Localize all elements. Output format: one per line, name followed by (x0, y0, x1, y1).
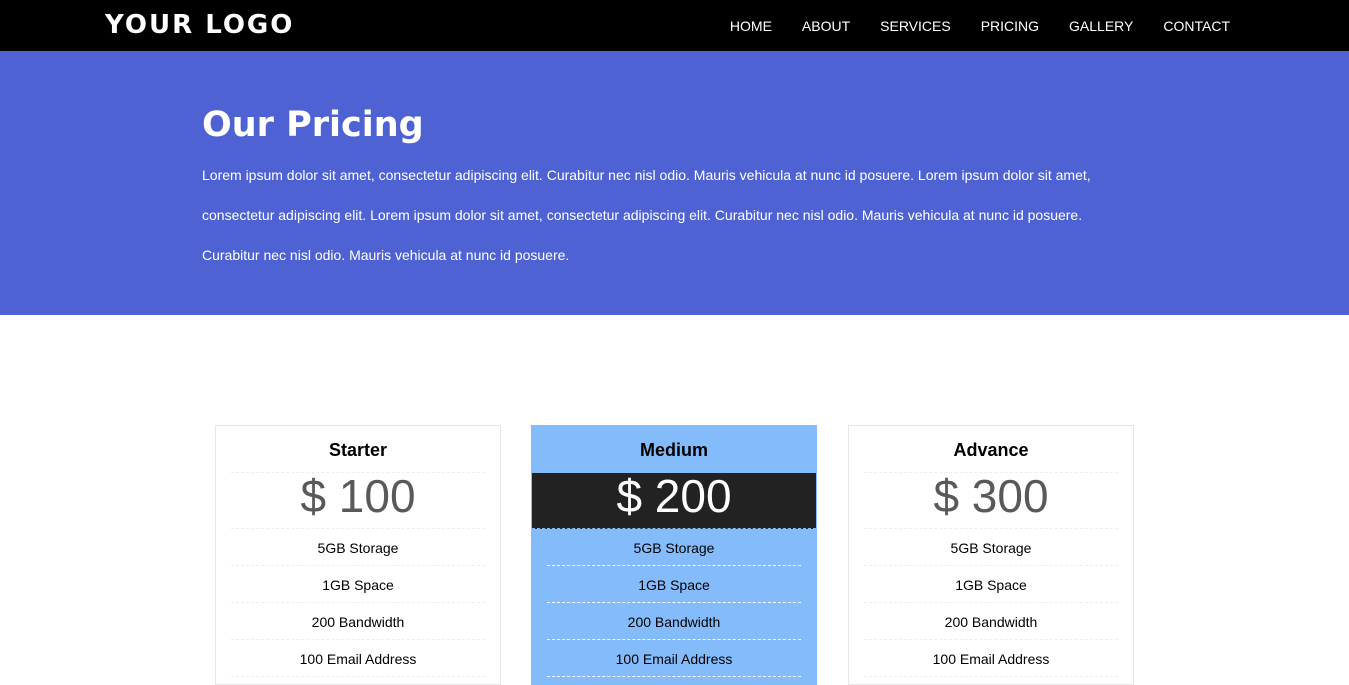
feature-list: 5GB Storage 1GB Space 200 Bandwidth 100 … (532, 529, 816, 677)
plan-name: Medium (639, 440, 708, 460)
hero-description: Lorem ipsum dolor sit amet, consectetur … (202, 167, 1091, 263)
plan-price: $ 200 (532, 473, 816, 529)
feature-item: 1GB Space (231, 566, 485, 603)
feature-item: 100 Email Address (231, 640, 485, 677)
feature-item: 5GB Storage (547, 529, 801, 566)
nav-pricing-link[interactable]: PRICING (981, 18, 1039, 34)
site-logo[interactable]: YOUR LOGO (105, 9, 294, 41)
pricing-card-medium: Medium $ 200 5GB Storage 1GB Space 200 B… (531, 425, 817, 685)
main-nav: HOME ABOUT SERVICES PRICING GALLERY CONT… (730, 0, 1230, 51)
pricing-card-advance: Advance $ 300 5GB Storage 1GB Space 200 … (848, 425, 1134, 685)
feature-item: 100 Email Address (547, 640, 801, 677)
feature-item: 100 Email Address (864, 640, 1118, 677)
nav-contact-link[interactable]: CONTACT (1163, 18, 1230, 34)
nav-home-link[interactable]: HOME (730, 18, 772, 34)
nav-about-link[interactable]: ABOUT (802, 18, 850, 34)
feature-item: 200 Bandwidth (864, 603, 1118, 640)
plan-price: $ 300 (864, 473, 1118, 529)
feature-item: 5GB Storage (231, 529, 485, 566)
plan-name: Starter (231, 426, 485, 473)
feature-list: 5GB Storage 1GB Space 200 Bandwidth 100 … (216, 529, 500, 677)
nav-gallery-link[interactable]: GALLERY (1069, 18, 1133, 34)
feature-item: 1GB Space (547, 566, 801, 603)
page-title: Our Pricing (202, 105, 424, 145)
feature-item: 200 Bandwidth (231, 603, 485, 640)
feature-item: 1GB Space (864, 566, 1118, 603)
feature-list: 5GB Storage 1GB Space 200 Bandwidth 100 … (849, 529, 1133, 677)
feature-item: 5GB Storage (864, 529, 1118, 566)
top-navbar: YOUR LOGO HOME ABOUT SERVICES PRICING GA… (0, 0, 1349, 51)
nav-services-link[interactable]: SERVICES (880, 18, 951, 34)
plan-name: Advance (864, 426, 1118, 473)
feature-item: 200 Bandwidth (547, 603, 801, 640)
pricing-card-starter: Starter $ 100 5GB Storage 1GB Space 200 … (215, 425, 501, 685)
pricing-hero: Our Pricing Lorem ipsum dolor sit amet, … (0, 51, 1349, 315)
plan-price: $ 100 (231, 473, 485, 529)
